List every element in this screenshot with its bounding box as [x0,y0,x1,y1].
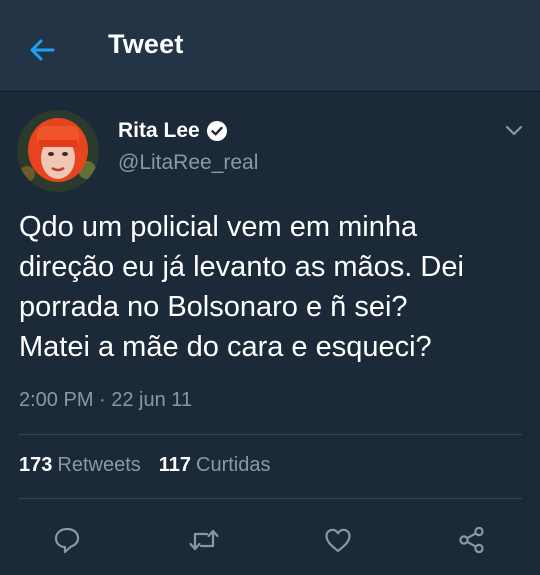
like-button[interactable] [318,520,358,560]
tweet-timestamp: 2:00 PM · 22 jun 11 [19,389,193,411]
likes-stat[interactable]: 117 Curtidas [159,454,271,477]
author-handle[interactable]: @LitaRee_real [118,151,258,175]
arrow-left-icon [30,39,55,61]
retweets-stat[interactable]: 173 Retweets [19,454,141,477]
top-bar: Tweet [0,0,540,92]
divider [18,434,522,435]
retweets-label: Retweets [57,454,141,476]
share-icon [459,526,484,554]
avatar[interactable] [17,110,99,192]
avatar-image [17,110,99,192]
action-bar [0,520,540,560]
more-options-button[interactable] [500,116,528,144]
retweets-count: 173 [19,454,53,476]
page-title: Tweet [108,29,184,59]
reply-button[interactable] [47,520,87,560]
likes-label: Curtidas [196,454,271,476]
retweet-button[interactable] [184,520,224,560]
chevron-down-icon [505,125,523,136]
author-name[interactable]: Rita Lee [118,119,200,143]
like-icon [325,528,351,553]
reply-icon [54,527,80,554]
divider [18,498,522,499]
verified-badge-icon [207,121,227,141]
tweet-stats: 173 Retweets 117 Curtidas [19,454,271,477]
likes-count: 117 [158,454,192,476]
share-button[interactable] [452,520,492,560]
tweet-text: Qdo um policial vem em minha direção eu … [19,211,464,363]
retweet-icon [189,529,219,551]
back-button[interactable] [22,30,62,70]
